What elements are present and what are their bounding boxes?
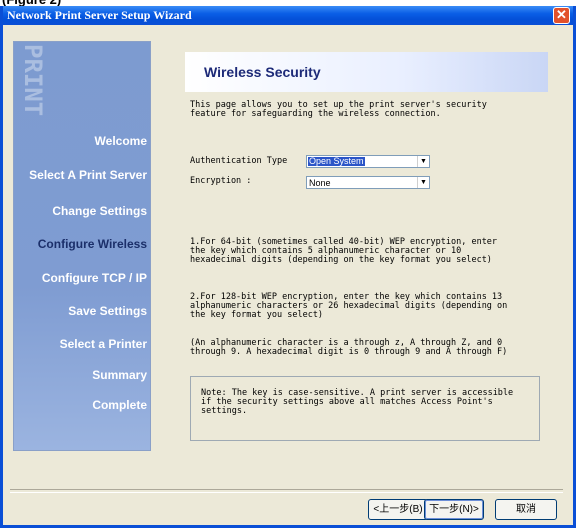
close-button[interactable]: ✕	[553, 7, 570, 24]
encryption-value: None	[309, 178, 331, 188]
sidebar-item-change-settings[interactable]: Change Settings	[52, 204, 147, 218]
next-button[interactable]: 下一步(N)>	[424, 499, 484, 520]
window-title: Network Print Server Setup Wizard	[7, 8, 192, 22]
intro-text: This page allows you to set up the print…	[190, 100, 487, 119]
sidebar-item-welcome[interactable]: Welcome	[95, 134, 147, 148]
sidebar-item-select-print-server[interactable]: Select A Print Server	[29, 168, 147, 182]
brand-watermark: PRINT	[19, 44, 47, 117]
note-text: Note: The key is case-sensitive. A print…	[201, 388, 514, 416]
wizard-sidebar: PRINT Welcome Select A Print Server Chan…	[13, 41, 151, 451]
chevron-down-icon[interactable]: ▼	[417, 177, 429, 188]
info-128bit: 2.For 128-bit WEP encryption, enter the …	[190, 292, 508, 320]
sidebar-item-configure-wireless[interactable]: Configure Wireless	[38, 237, 147, 251]
sidebar-item-complete[interactable]: Complete	[92, 398, 147, 412]
sidebar-item-save-settings[interactable]: Save Settings	[68, 304, 147, 318]
note-box: Note: The key is case-sensitive. A print…	[190, 376, 540, 441]
page-header: Wireless Security	[185, 52, 548, 92]
cancel-button[interactable]: 取消	[495, 499, 557, 520]
info-64bit: 1.For 64-bit (sometimes called 40-bit) W…	[190, 237, 498, 265]
sidebar-item-summary[interactable]: Summary	[92, 368, 147, 382]
sidebar-item-configure-tcp-ip[interactable]: Configure TCP / IP	[42, 271, 147, 285]
footer-separator	[10, 489, 563, 493]
auth-type-label: Authentication Type	[190, 156, 288, 166]
auth-type-select[interactable]: Open System ▼	[306, 155, 430, 168]
sidebar-item-select-printer[interactable]: Select a Printer	[60, 337, 147, 351]
page-title: Wireless Security	[204, 64, 321, 80]
auth-type-value: Open System	[308, 156, 365, 166]
title-bar[interactable]: Network Print Server Setup Wizard ✕	[3, 6, 573, 25]
encryption-label: Encryption :	[190, 176, 252, 186]
encryption-select[interactable]: None ▼	[306, 176, 430, 189]
back-button[interactable]: <上一步(B)	[368, 499, 428, 520]
chevron-down-icon[interactable]: ▼	[417, 156, 429, 167]
info-char-definitions: (An alphanumeric character is a through …	[190, 338, 508, 357]
